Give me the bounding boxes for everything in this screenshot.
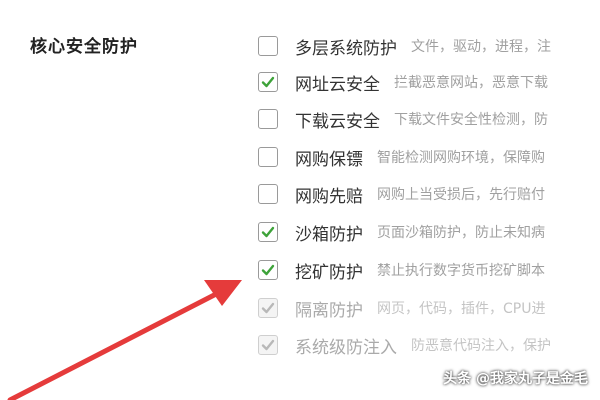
option-label: 隔离防护 (295, 300, 363, 321)
checkbox-mining-protection[interactable] (258, 260, 278, 280)
checkbox-multi-layer-protection[interactable] (258, 36, 278, 56)
option-label: 网址云安全 (295, 74, 380, 95)
option-shopping-guard[interactable]: 网购保镖 智能检测网购环境，保障购 (258, 143, 545, 171)
option-multi-layer-protection[interactable]: 多层系统防护 文件，驱动，进程，注 (258, 32, 551, 60)
checkbox-sandbox-protection[interactable] (258, 222, 278, 242)
option-description: 禁止执行数字货币挖矿脚本 (377, 263, 545, 279)
checkbox-shopping-guard[interactable] (258, 147, 278, 167)
option-system-injection-protection: 系统级防注入 防恶意代码注入，保护 (258, 331, 551, 359)
option-description: 防恶意代码注入，保护 (411, 338, 551, 354)
option-description: 网页，代码，插件，CPU进 (377, 301, 546, 317)
arrow-head (204, 280, 242, 306)
option-label: 沙箱防护 (295, 224, 363, 245)
option-description: 下载文件安全性检测，防 (394, 112, 548, 128)
checkbox-isolation-protection (258, 298, 278, 318)
option-download-cloud-security[interactable]: 下载云安全 下载文件安全性检测，防 (258, 105, 548, 133)
option-label: 网购先赔 (295, 186, 363, 207)
watermark: 头条 @我家丸子是金毛 (443, 371, 588, 387)
option-mining-protection[interactable]: 挖矿防护 禁止执行数字货币挖矿脚本 (258, 256, 545, 284)
option-description: 拦截恶意网站，恶意下载 (394, 75, 548, 91)
checkbox-download-cloud-security[interactable] (258, 109, 278, 129)
checkbox-shopping-compensation[interactable] (258, 184, 278, 204)
checkbox-url-cloud-security[interactable] (258, 72, 278, 92)
option-shopping-compensation[interactable]: 网购先赔 网购上当受损后，先行赔付 (258, 180, 545, 208)
option-description: 智能检测网购环境，保障购 (377, 150, 545, 166)
option-label: 多层系统防护 (295, 38, 397, 59)
option-description: 文件，驱动，进程，注 (411, 39, 551, 55)
option-label: 系统级防注入 (295, 337, 397, 358)
option-label: 网购保镖 (295, 149, 363, 170)
option-url-cloud-security[interactable]: 网址云安全 拦截恶意网站，恶意下载 (258, 68, 548, 96)
section-title: 核心安全防护 (30, 37, 138, 57)
option-description: 网购上当受损后，先行赔付 (377, 187, 545, 203)
option-sandbox-protection[interactable]: 沙箱防护 页面沙箱防护，防止未知病 (258, 218, 545, 246)
arrow-shaft (7, 288, 225, 400)
option-isolation-protection: 隔离防护 网页，代码，插件，CPU进 (258, 294, 545, 322)
option-label: 下载云安全 (295, 111, 380, 132)
checkbox-system-injection-protection (258, 335, 278, 355)
option-description: 页面沙箱防护，防止未知病 (377, 225, 545, 241)
option-label: 挖矿防护 (295, 262, 363, 283)
